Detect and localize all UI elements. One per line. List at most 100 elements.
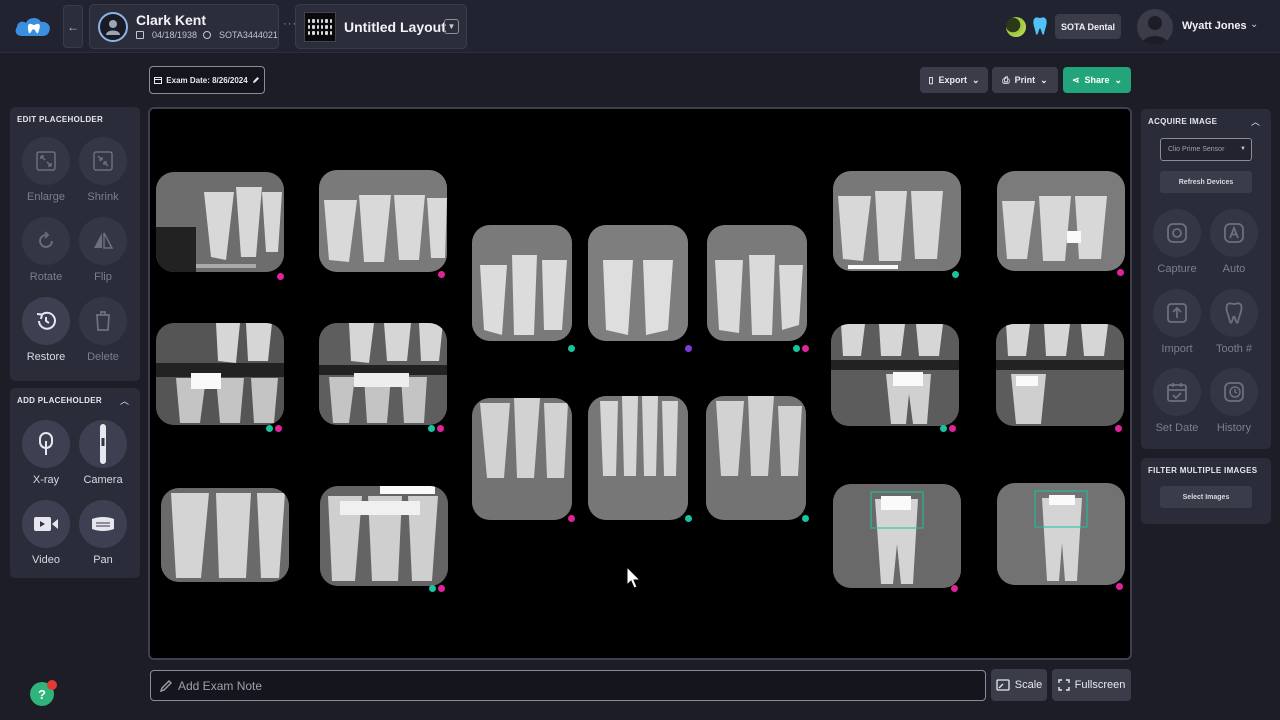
xray-image[interactable] <box>319 323 447 425</box>
status-dot <box>793 345 800 352</box>
status-dot <box>685 515 692 522</box>
panel-title: EDIT PLACEHOLDER <box>17 115 104 124</box>
tooth-number-button[interactable]: Tooth # <box>1198 289 1258 365</box>
refresh-devices-button[interactable]: Refresh Devices <box>1160 171 1252 193</box>
patient-avatar-icon <box>98 12 128 42</box>
filter-images-panel: FILTER MULTIPLE IMAGES Select Images <box>1141 458 1271 524</box>
exam-date-label: Exam Date: 8/26/2024 <box>166 75 248 85</box>
patient-card[interactable]: Clark Kent 04/18/1938 SOTA3444021 <box>89 4 279 49</box>
status-dot <box>1116 583 1123 590</box>
export-button[interactable]: ▯ Export ⌄ <box>920 67 988 93</box>
scale-icon <box>996 679 1010 691</box>
chevron-up-icon[interactable]: ︿ <box>1251 115 1260 128</box>
user-name[interactable]: Wyatt Jones <box>1182 20 1247 32</box>
status-dot <box>940 425 947 432</box>
mouse-cursor-icon <box>626 566 642 589</box>
patient-id: SOTA3444021 <box>219 30 278 40</box>
xray-image[interactable] <box>833 484 961 588</box>
restore-button[interactable]: Restore <box>10 297 70 373</box>
status-dot <box>949 425 956 432</box>
tool-label: Delete <box>87 351 119 363</box>
patient-dob: 04/18/1938 <box>152 30 198 40</box>
xray-image[interactable] <box>588 396 688 520</box>
xray-image[interactable] <box>707 225 807 341</box>
status-dot <box>275 425 282 432</box>
exam-date-button[interactable]: Exam Date: 8/26/2024 <box>149 66 265 94</box>
print-button[interactable]: ⎙ Print ⌄ <box>992 67 1058 93</box>
xray-image[interactable] <box>588 225 688 341</box>
chevron-down-icon[interactable]: ▼ <box>444 19 459 34</box>
xray-image[interactable] <box>472 225 572 341</box>
add-pan-button[interactable]: Pan <box>67 500 127 576</box>
share-icon: ⋖ <box>1071 74 1080 85</box>
exam-note-input[interactable]: Add Exam Note <box>150 670 986 701</box>
import-button[interactable]: Import <box>1141 289 1201 365</box>
practice-badge[interactable]: SOTA Dental <box>1055 14 1121 39</box>
xray-image[interactable] <box>996 324 1124 426</box>
tool-label: Auto <box>1222 263 1246 275</box>
fullscreen-button[interactable]: Fullscreen <box>1052 669 1131 701</box>
panel-title: ACQUIRE IMAGE <box>1148 117 1218 126</box>
printer-icon: ⎙ <box>1002 74 1010 85</box>
shrink-button[interactable]: Shrink <box>67 137 127 213</box>
intraoral-camera-icon <box>79 420 127 468</box>
auto-icon <box>1210 209 1258 257</box>
scale-label: Scale <box>1014 679 1043 691</box>
capture-button[interactable]: Capture <box>1141 209 1201 285</box>
rotate-button[interactable]: Rotate <box>10 217 70 293</box>
chevron-down-icon[interactable]: ⌄ <box>1250 19 1258 30</box>
chevron-up-icon[interactable]: ︿ <box>120 394 129 407</box>
tool-label: Tooth # <box>1215 343 1253 355</box>
patient-name: Clark Kent <box>136 12 207 28</box>
back-button[interactable]: ← <box>63 5 83 48</box>
xray-image[interactable] <box>833 171 961 271</box>
layout-selector[interactable]: Untitled Layout ▼ <box>295 4 467 49</box>
trash-icon <box>79 297 127 345</box>
tool-label: Pan <box>93 554 113 566</box>
device-select[interactable]: Clio Prime Sensor ▼ <box>1160 138 1252 161</box>
share-button[interactable]: ⋖ Share ⌄ <box>1063 67 1131 93</box>
auto-button[interactable]: Auto <box>1198 209 1258 285</box>
tooth-icon <box>1210 289 1258 337</box>
tool-label: Flip <box>94 271 112 283</box>
cloud-tooth-logo-icon[interactable] <box>14 14 52 38</box>
xray-image[interactable] <box>831 324 959 426</box>
xray-image[interactable] <box>472 398 572 520</box>
add-xray-button[interactable]: X-ray <box>10 420 70 496</box>
enlarge-button[interactable]: Enlarge <box>10 137 70 213</box>
select-images-button[interactable]: Select Images <box>1160 486 1252 508</box>
layout-thumbnail <box>304 12 336 42</box>
status-dot <box>951 585 958 592</box>
fullscreen-label: Fullscreen <box>1074 679 1126 691</box>
status-dot <box>802 345 809 352</box>
restore-icon <box>22 297 70 345</box>
delete-button[interactable]: Delete <box>67 297 127 373</box>
xray-sensor-icon <box>22 420 70 468</box>
xray-image[interactable] <box>319 170 447 272</box>
theme-toggle-icon[interactable] <box>1006 17 1026 37</box>
tooth-brand-icon <box>1033 17 1047 35</box>
caret-down-icon: ▼ <box>1240 146 1246 152</box>
flip-icon <box>79 217 127 265</box>
chevron-down-icon: ⌄ <box>1040 74 1048 85</box>
add-video-button[interactable]: Video <box>10 500 70 576</box>
xray-image[interactable] <box>156 323 284 425</box>
xray-image[interactable] <box>161 488 289 582</box>
xray-image[interactable] <box>997 483 1125 585</box>
status-dot <box>1115 425 1122 432</box>
set-date-button[interactable]: Set Date <box>1141 368 1201 444</box>
user-avatar[interactable] <box>1137 9 1173 45</box>
history-button[interactable]: History <box>1198 368 1258 444</box>
scale-button[interactable]: Scale <box>991 669 1047 701</box>
id-icon <box>203 31 212 39</box>
xray-image[interactable] <box>156 172 284 272</box>
status-dot <box>952 271 959 278</box>
acquire-image-panel: ACQUIRE IMAGE ︿ Clio Prime Sensor ▼ Refr… <box>1141 109 1271 449</box>
tool-label: Shrink <box>87 191 119 203</box>
xray-image[interactable] <box>706 396 806 520</box>
xray-image[interactable] <box>997 171 1125 271</box>
layout-title: Untitled Layout <box>344 19 446 35</box>
flip-button[interactable]: Flip <box>67 217 127 293</box>
xray-image[interactable] <box>320 486 448 586</box>
add-camera-button[interactable]: Camera <box>67 420 127 496</box>
